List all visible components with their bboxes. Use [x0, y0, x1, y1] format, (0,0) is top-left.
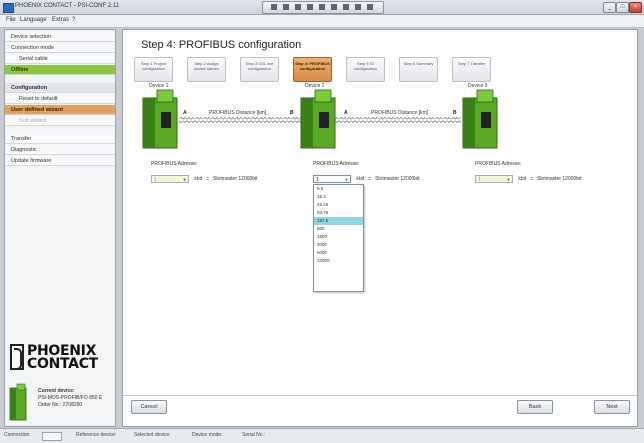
network-diagram	[142, 89, 498, 149]
sidebar-item-serial-cable[interactable]: Serial cable	[5, 54, 115, 64]
toolbar-icon[interactable]	[331, 4, 337, 10]
sidebar-item-offline[interactable]: Offline	[5, 65, 115, 75]
current-device-heading: Current device:	[38, 388, 75, 394]
current-device-info: Current device: PSI-MOS-PROFIB/FO 850 E …	[38, 388, 114, 409]
cable-2-port-b: B	[453, 110, 457, 116]
footer-divider	[123, 395, 637, 396]
dropdown-option-selected[interactable]: 187.5	[314, 217, 363, 225]
current-device-icon	[9, 383, 27, 421]
window-title: PHOENIX CONTACT - PSI-CONF 2.11	[15, 3, 120, 9]
device-3-address-row: 1 ▼ kbit = Slotmaster 12000bit	[475, 175, 586, 183]
cable-1-port-b: B	[290, 110, 294, 116]
maximize-button[interactable]: □	[616, 2, 629, 13]
toolbar-icon[interactable]	[319, 4, 325, 10]
device-3-result: Slotmaster 12000bit	[537, 176, 582, 183]
dropdown-option[interactable]: 45.45	[314, 201, 363, 209]
chevron-down-icon: ▼	[344, 177, 349, 182]
logo-text-bottom: CONTACT	[27, 356, 98, 372]
dropdown-option[interactable]: 500	[314, 225, 363, 233]
device-1-address-row: 1 ▼ kbit = Slotmaster 12000bit	[151, 175, 262, 183]
device-3-unit: kbit	[518, 176, 527, 183]
device-3-equals: =	[530, 176, 534, 183]
next-button[interactable]: Next	[594, 400, 630, 414]
sidebar-item-device-selection[interactable]: Device selection	[5, 32, 115, 42]
menu-extras[interactable]: Extras	[52, 17, 69, 23]
close-button[interactable]: ×	[629, 2, 642, 13]
current-device-name: PSI-MOS-PROFIB/FO 850 E	[38, 395, 103, 401]
profibus-cable-2	[335, 117, 461, 123]
sidebar-item-configuration[interactable]: Configuration	[5, 83, 115, 93]
device-2-result: Slotmaster 12000bit	[375, 176, 420, 183]
device-1-equals: =	[206, 176, 210, 183]
toolbar-strip	[262, 1, 384, 14]
chevron-down-icon: ▼	[182, 177, 187, 182]
sidebar-item-user-defined-wizard[interactable]: User defined wizard	[5, 105, 115, 115]
back-button[interactable]: Back	[517, 400, 553, 414]
status-device-mode: Device mode:	[192, 432, 223, 438]
dropdown-option[interactable]: 93.75	[314, 209, 363, 217]
cable-1-label: PROFIBUS Distance [km]	[209, 110, 267, 116]
device-2-icon[interactable]	[300, 89, 336, 149]
device-2-equals: =	[368, 176, 372, 183]
current-device-order: Order No.: 2708290	[38, 402, 83, 408]
logo-mark-icon	[10, 344, 24, 370]
device-2-profibus-label: PROFIBUS Adresse:	[313, 161, 360, 167]
sidebar-item-connection-mode[interactable]: Connection mode	[5, 43, 115, 53]
sidebar-item-transfer[interactable]: Transfer	[5, 134, 115, 144]
phoenix-contact-logo: PHOENIX CONTACT	[10, 343, 114, 374]
toolbar-icon[interactable]	[367, 4, 373, 10]
address-dropdown-list: 9.6 19.2 45.45 93.75 187.5 500 1500 3000…	[313, 184, 364, 292]
dropdown-option[interactable]: 3000	[314, 241, 363, 249]
status-connection: Connection:	[4, 432, 31, 438]
cable-1-port-a: A	[183, 110, 187, 116]
cable-2-port-a: A	[344, 110, 348, 116]
sidebar-item-reset-default[interactable]: Reset to default	[5, 94, 115, 104]
toolbar-icon[interactable]	[355, 4, 361, 10]
status-connection-indicator	[42, 432, 62, 441]
sidebar-item-update-firmware[interactable]: Update firmware	[5, 156, 115, 166]
toolbar-icon[interactable]	[295, 4, 301, 10]
dropdown-option[interactable]: 19.2	[314, 193, 363, 201]
main-panel: Step 4: PROFIBUS configuration Step 1 Pr…	[122, 29, 638, 427]
toolbar-icon[interactable]	[307, 4, 313, 10]
cable-2-label: PROFIBUS Distance [km]	[371, 110, 429, 116]
title-bar: PHOENIX CONTACT - PSI-CONF 2.11 _ □ ×	[0, 0, 644, 15]
dropdown-option[interactable]: 1500	[314, 233, 363, 241]
toolbar-icon[interactable]	[271, 4, 277, 10]
device-3-address-select[interactable]: 1 ▼	[475, 175, 513, 183]
sidebar-item-diagnostic[interactable]: Diagnostic	[5, 145, 115, 155]
profibus-cable-1	[179, 117, 303, 123]
menu-bar: File Language Extras ?	[0, 15, 644, 28]
app-icon	[3, 3, 14, 13]
status-selected-device: Selected device:	[134, 432, 171, 438]
device-1-result: Slotmaster 12000bit	[213, 176, 258, 183]
menu-language[interactable]: Language	[20, 17, 47, 23]
status-reference-device: Reference device:	[76, 432, 117, 438]
dropdown-option[interactable]: 9.6	[314, 185, 363, 193]
device-1-profibus-label: PROFIBUS Adresse:	[151, 161, 198, 167]
menu-file[interactable]: File	[6, 17, 16, 23]
device-2-unit: kbit	[356, 176, 365, 183]
device-3-icon[interactable]	[462, 89, 498, 149]
device-1-icon[interactable]	[142, 89, 178, 149]
sidebar-item-sub-wizard: Sub wizard	[5, 116, 115, 126]
status-bar: Connection: Reference device: Selected d…	[0, 428, 644, 443]
minimize-button[interactable]: _	[603, 2, 616, 13]
device-2-address-select[interactable]: 1 ▼	[313, 175, 351, 183]
cancel-button[interactable]: Cancel	[131, 400, 167, 414]
device-1-unit: kbit	[194, 176, 203, 183]
dropdown-option[interactable]: 6000	[314, 249, 363, 257]
dropdown-option[interactable]: 12000	[314, 257, 363, 265]
device-2-address-row: 1 ▼ kbit = Slotmaster 12000bit	[313, 175, 424, 183]
status-serial-number: Serial No.:	[242, 432, 266, 438]
menu-help[interactable]: ?	[72, 17, 75, 23]
chevron-down-icon: ▼	[506, 177, 511, 182]
toolbar-icon[interactable]	[283, 4, 289, 10]
toolbar-icon[interactable]	[343, 4, 349, 10]
device-1-address-select[interactable]: 1 ▼	[151, 175, 189, 183]
device-3-profibus-label: PROFIBUS Adresse:	[475, 161, 522, 167]
